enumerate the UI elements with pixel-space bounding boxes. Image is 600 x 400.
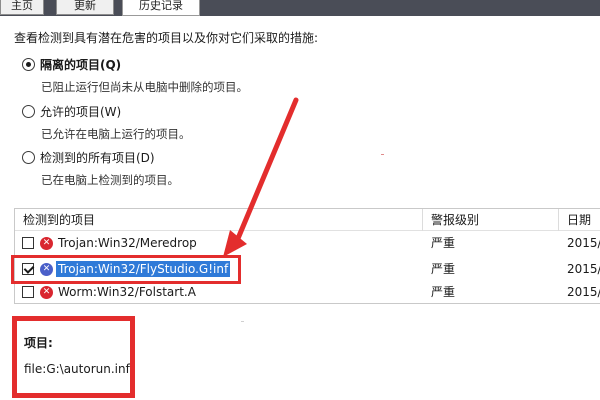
table-row[interactable]: ✕ Trojan:Win32/Meredrop 严重 2015/ bbox=[15, 232, 600, 254]
option-all-detected-label: 检测到的所有项目(D) bbox=[40, 150, 155, 165]
threat-x-icon: ✕ bbox=[40, 263, 53, 276]
alert-level: 严重 bbox=[431, 262, 456, 276]
radio-allowed[interactable] bbox=[22, 104, 35, 118]
alert-level: 严重 bbox=[431, 236, 456, 250]
option-allowed-label: 允许的项目(W) bbox=[40, 104, 122, 119]
row-checkbox[interactable] bbox=[22, 237, 34, 249]
tab-history[interactable]: 历史记录 bbox=[122, 0, 200, 16]
detection-date: 2015/ bbox=[567, 262, 600, 276]
column-header-alert-level[interactable]: 警报级别 bbox=[423, 209, 559, 231]
row-checkbox[interactable] bbox=[22, 286, 34, 298]
list-header: 检测到的项目 警报级别 日期 bbox=[15, 209, 600, 231]
item-details-pane: 项目: file:G:\autorun.inf bbox=[14, 314, 600, 400]
threat-name: Trojan:Win32/FlyStudio.G!inf bbox=[56, 261, 231, 277]
detection-date: 2015/ bbox=[567, 285, 600, 299]
alert-level: 严重 bbox=[431, 285, 456, 299]
details-file-path: file:G:\autorun.inf bbox=[24, 362, 130, 376]
details-title: 项目: bbox=[24, 336, 53, 350]
option-all-detected-desc: 已在电脑上检测到的项目。 bbox=[41, 173, 179, 187]
option-quarantined-label: 隔离的项目(Q) bbox=[40, 57, 122, 72]
tab-update[interactable]: 更新 bbox=[56, 0, 114, 15]
option-all-detected[interactable]: 检测到的所有项目(D) bbox=[22, 148, 155, 166]
tab-home[interactable]: 主页 bbox=[0, 0, 44, 15]
option-quarantined[interactable]: 隔离的项目(Q) bbox=[22, 55, 121, 73]
stray-mark bbox=[381, 154, 384, 155]
threat-name: Trojan:Win32/Meredrop bbox=[58, 236, 197, 250]
column-header-date[interactable]: 日期 bbox=[559, 209, 600, 231]
threat-x-icon: ✕ bbox=[40, 237, 53, 250]
tab-strip: 主页 更新 历史记录 bbox=[0, 0, 600, 16]
table-row[interactable]: ✕ Worm:Win32/Folstart.A 严重 2015/ bbox=[15, 281, 600, 303]
radio-quarantined[interactable] bbox=[22, 57, 35, 71]
stray-mark bbox=[241, 321, 244, 322]
row-checkbox[interactable] bbox=[22, 263, 34, 275]
detection-date: 2015/ bbox=[567, 236, 600, 250]
column-header-item[interactable]: 检测到的项目 bbox=[15, 209, 423, 231]
radio-all-detected[interactable] bbox=[22, 150, 35, 164]
table-row[interactable]: ✕ Trojan:Win32/FlyStudio.G!inf 严重 2015/ bbox=[15, 258, 600, 280]
threat-x-icon: ✕ bbox=[40, 286, 53, 299]
history-description: 查看检测到具有潜在危害的项目以及你对它们采取的措施: bbox=[14, 31, 319, 45]
detected-items-list[interactable]: 检测到的项目 警报级别 日期 ✕ Trojan:Win32/Meredrop 严… bbox=[14, 208, 600, 304]
option-allowed-desc: 已允许在电脑上运行的项目。 bbox=[41, 127, 191, 141]
option-quarantined-desc: 已阻止运行但尚未从电脑中删除的项目。 bbox=[41, 80, 248, 94]
threat-name: Worm:Win32/Folstart.A bbox=[58, 285, 196, 299]
option-allowed[interactable]: 允许的项目(W) bbox=[22, 102, 121, 120]
